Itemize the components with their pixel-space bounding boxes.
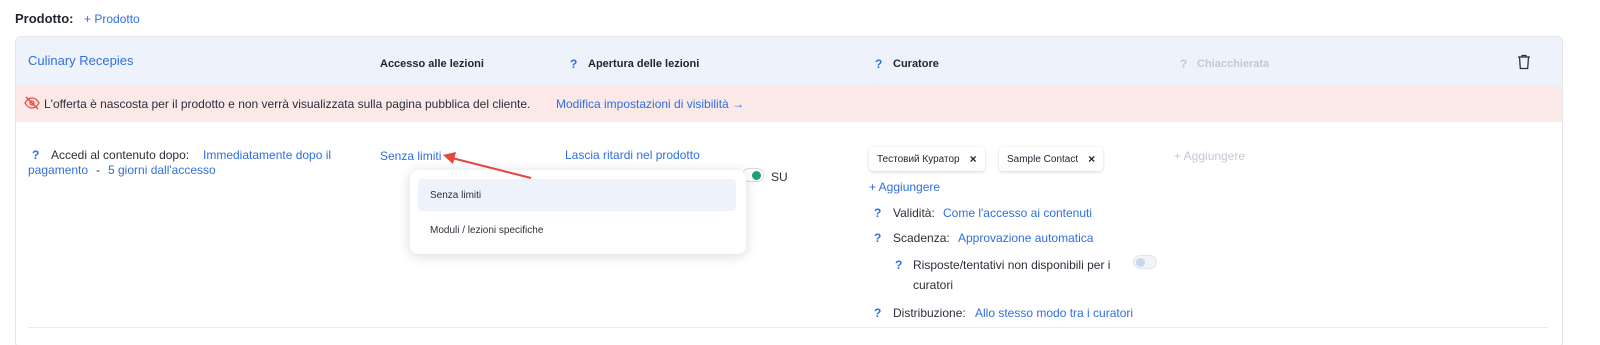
add-product-link[interactable]: + Prodotto [84,12,140,26]
lesson-access-dropdown: Senza limiti Moduli / lezioni specifiche [410,170,746,254]
dropdown-option-unlimited[interactable]: Senza limiti [418,179,736,211]
access-after-value-cont[interactable]: pagamento [28,163,88,177]
dropdown-option-specific[interactable]: Moduli / lezioni specifiche [418,214,736,246]
help-icon[interactable]: ? [1180,57,1187,71]
column-chat: Chiacchierata [1197,58,1270,70]
row-divider [28,327,1548,328]
access-after-label: Accedi al contenuto dopo: [51,148,190,162]
answers-unavailable-label-cont: curatori [913,278,954,292]
toggle-knob [1136,258,1145,267]
product-section-label: Prodotto: [15,11,74,26]
help-icon[interactable]: ? [874,206,881,220]
curator-chip: Тестовий Куратор × [869,147,985,171]
help-icon[interactable]: ? [875,57,882,71]
curator-chip-label: Тестовий Куратор [877,153,960,165]
edit-visibility-link[interactable]: Modifica impostazioni di visibilità → [556,97,744,111]
close-icon[interactable]: × [1088,152,1095,166]
deadline-value[interactable]: Approvazione automatica [958,231,1093,245]
distribution-value[interactable]: Allo stesso modo tra i curatori [975,306,1133,320]
validity-value[interactable]: Come l'accesso ai contenuti [943,206,1092,220]
validity-label: Validità: [893,206,935,220]
access-after-value[interactable]: Immediatamente dopo il [203,148,331,162]
deadline-label: Scadenza: [893,231,950,245]
curator-chip: Sample Contact × [999,147,1104,171]
lesson-access-select[interactable]: Senza limiti [380,149,441,163]
product-name-link[interactable]: Culinary Recepies [28,53,134,68]
product-card-header [16,37,1562,85]
toggle-knob [752,171,761,180]
column-lesson-access: Accesso alle lezioni [380,58,484,70]
product-card [15,36,1563,345]
help-icon[interactable]: ? [874,231,881,245]
distribution-label: Distribuzione: [893,306,966,320]
curator-chip-label: Sample Contact [1007,153,1079,165]
trash-icon[interactable] [1517,54,1531,70]
close-icon[interactable]: × [970,152,977,166]
help-icon[interactable]: ? [570,57,577,71]
opening-toggle-label: SU [771,170,788,184]
answers-unavailable-toggle[interactable] [1133,255,1157,269]
column-curator: Curatore [893,58,939,70]
column-lesson-opening: Apertura delle lezioni [588,58,700,70]
add-chat-link[interactable]: + Aggiungere [1174,149,1245,163]
access-separator: - [96,163,100,177]
eye-off-icon [24,96,40,110]
help-icon[interactable]: ? [32,148,39,162]
answers-unavailable-label: Risposte/tentativi non disponibili per i [913,258,1111,272]
access-days-link[interactable]: 5 giorni dall'accesso [108,163,216,177]
help-icon[interactable]: ? [874,306,881,320]
opening-delays-link[interactable]: Lascia ritardi nel prodotto [565,148,700,162]
visibility-notice-text: L'offerta è nascosta per il prodotto e n… [44,97,531,111]
add-curator-link[interactable]: + Aggiungere [869,180,940,194]
help-icon[interactable]: ? [895,258,902,272]
